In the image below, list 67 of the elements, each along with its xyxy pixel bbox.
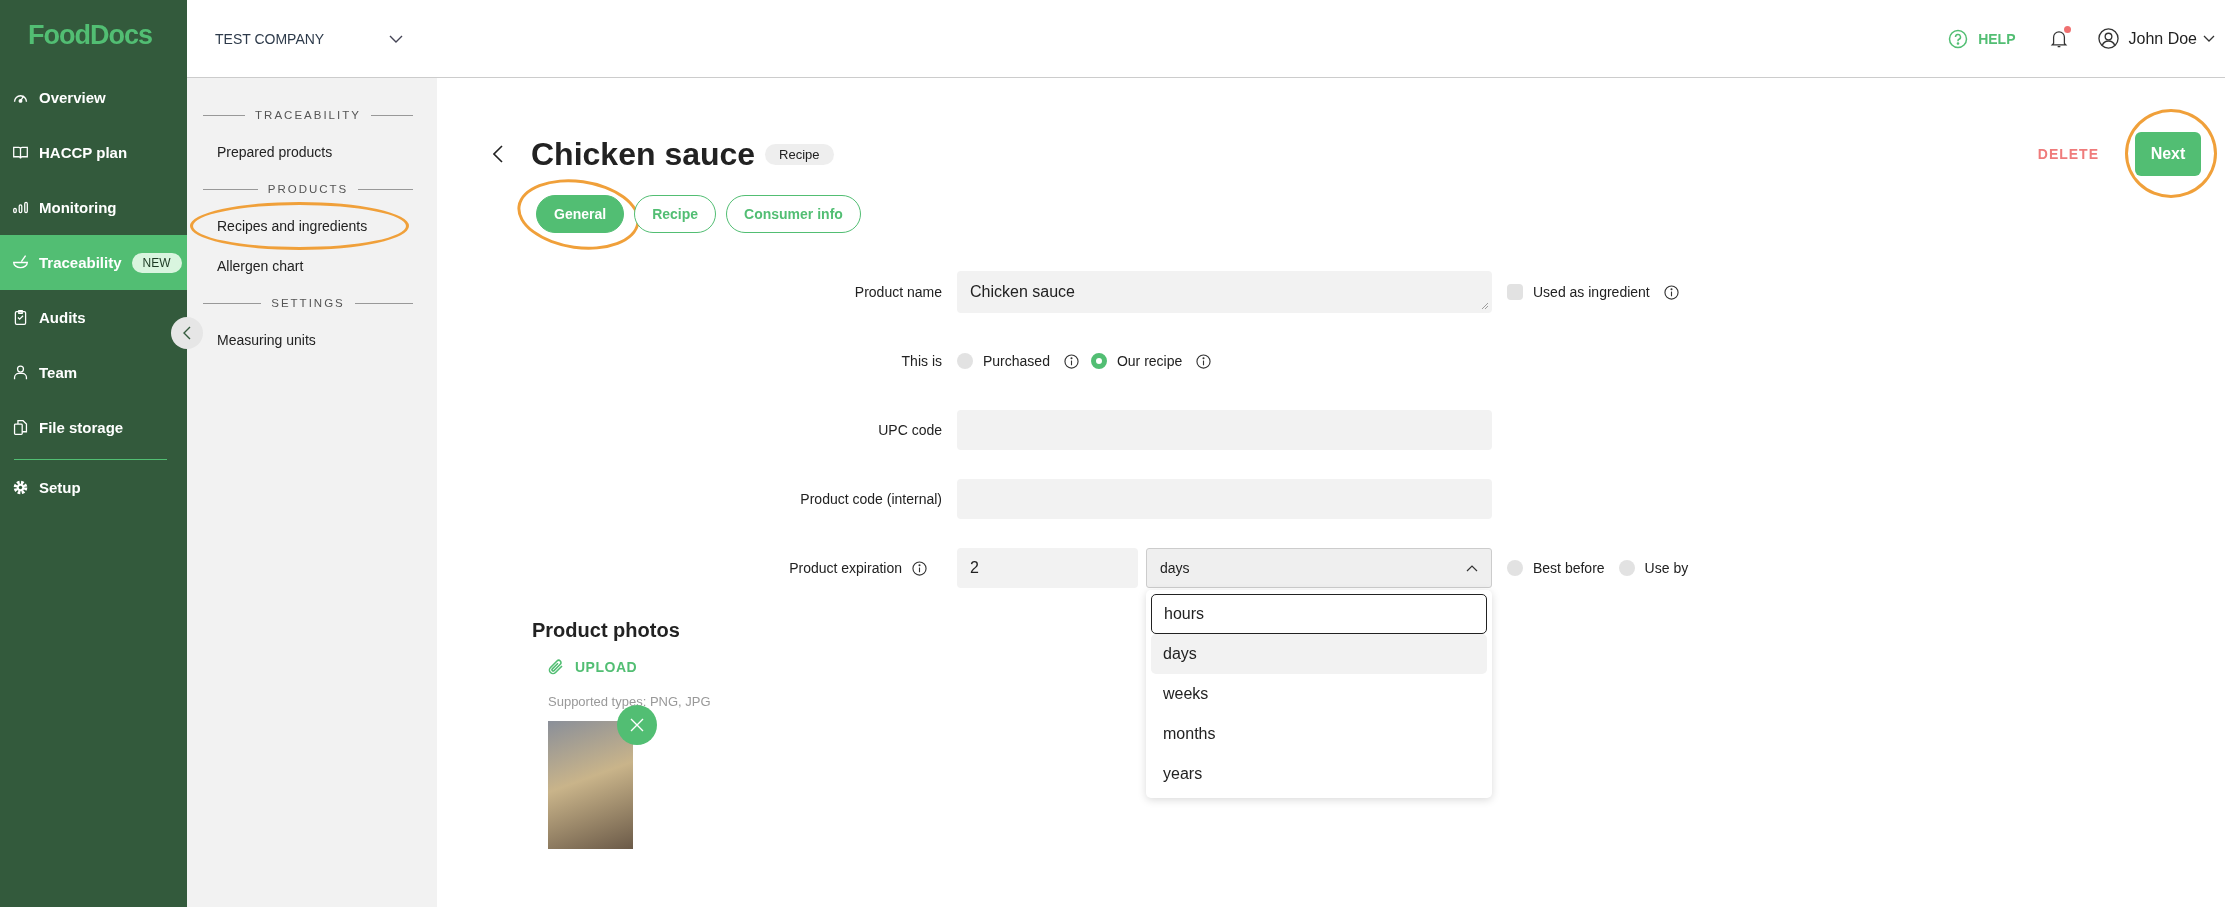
radio-button[interactable]	[1090, 353, 1107, 369]
chevron-up-icon	[1466, 564, 1478, 572]
dropdown-option[interactable]: months	[1151, 714, 1487, 754]
checkbox[interactable]	[1507, 284, 1523, 300]
page-title: Chicken sauce	[531, 135, 756, 173]
section-heading: PRODUCTS	[267, 183, 349, 195]
user-menu[interactable]: John Doe	[2097, 28, 2215, 49]
dropdown-option[interactable]: years	[1151, 754, 1487, 794]
radio-button[interactable]	[1507, 560, 1523, 576]
chevron-down-icon	[389, 34, 404, 43]
nav-item[interactable]: Traceability NEW	[0, 235, 187, 290]
expiration-amount-field[interactable]: 2	[957, 548, 1138, 588]
radio-label: Use by	[1644, 560, 1689, 576]
info-icon[interactable]	[1663, 284, 1679, 300]
section-heading: TRACEABILITY	[255, 109, 361, 121]
info-icon[interactable]	[912, 560, 927, 576]
help-icon	[1948, 28, 1969, 49]
radio-label: Purchased	[983, 353, 1050, 369]
bar-chart-icon	[12, 199, 29, 216]
field-label: UPC code	[878, 422, 942, 438]
sidebar-link[interactable]: Allergen chart	[217, 258, 304, 274]
dropdown-option[interactable]: weeks	[1151, 674, 1487, 714]
book-icon	[12, 144, 29, 161]
radio-label: Best before	[1533, 560, 1605, 576]
nav-item[interactable]: Setup	[0, 460, 91, 515]
supported-types-note: Supported types: PNG, JPG	[548, 694, 711, 709]
clipboard-icon	[12, 309, 29, 326]
field-label: Product name	[854, 284, 942, 300]
paperclip-icon	[547, 658, 565, 676]
section-heading: Product photos	[532, 619, 680, 642]
avatar-icon	[2097, 28, 2119, 49]
product-name-field[interactable]: Chicken sauce	[957, 271, 1492, 313]
nav-item[interactable]: Team	[0, 345, 88, 400]
nav-item[interactable]: Audits	[0, 290, 96, 345]
field-label: This is	[901, 353, 942, 369]
info-icon[interactable]	[1196, 353, 1212, 369]
checkbox-label: Used as ingredient	[1533, 284, 1650, 300]
nav-item[interactable]: HACCP plan	[0, 125, 138, 180]
type-badge: Recipe	[765, 143, 834, 165]
company-selector[interactable]: TEST COMPANY	[187, 30, 404, 47]
collapse-button[interactable]	[171, 317, 203, 349]
sidebar-link[interactable]: Recipes and ingredients	[217, 218, 368, 234]
dropdown-option[interactable]: days	[1151, 634, 1487, 674]
documents-icon	[12, 419, 29, 436]
settings-icon	[12, 479, 29, 496]
chevron-left-icon	[183, 326, 191, 340]
nav-item[interactable]: Monitoring	[0, 180, 127, 235]
new-badge: NEW	[131, 252, 182, 273]
chevron-down-icon	[2203, 35, 2215, 42]
radio-label: Our recipe	[1116, 353, 1183, 369]
person-icon	[12, 364, 29, 381]
resize-grip-icon	[1481, 302, 1489, 310]
info-icon[interactable]	[1063, 353, 1079, 369]
sidebar-link[interactable]: Measuring units	[217, 332, 316, 348]
section-heading: SETTINGS	[271, 297, 345, 309]
bell-icon[interactable]	[2049, 28, 2068, 49]
unit-dropdown[interactable]: days	[1146, 548, 1492, 588]
close-icon	[630, 718, 644, 732]
nav-item[interactable]: Overview	[0, 70, 116, 125]
radio-button[interactable]	[1618, 560, 1635, 576]
field-label: Product expiration	[789, 560, 902, 576]
nav-item[interactable]: File storage	[0, 400, 134, 455]
bowl-icon	[12, 254, 29, 271]
radio-button[interactable]	[957, 353, 973, 369]
field-label: Product code (internal)	[800, 491, 942, 507]
dropdown-option[interactable]: hours	[1151, 594, 1487, 634]
sidebar-link[interactable]: Prepared products	[217, 144, 333, 160]
